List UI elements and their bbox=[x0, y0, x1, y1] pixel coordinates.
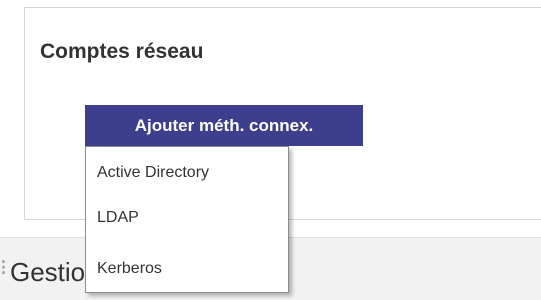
dropdown-item-ldap[interactable]: LDAP bbox=[97, 208, 139, 228]
panel-title: Comptes réseau bbox=[40, 40, 204, 63]
add-connection-method-button[interactable]: Ajouter méth. connex. bbox=[85, 105, 363, 146]
page: Comptes réseau ⁝ Gestionnaire de compte … bbox=[0, 0, 541, 300]
section-bullet-icon: ⁝ bbox=[0, 248, 6, 288]
connection-method-dropdown: Active Directory LDAP Kerberos bbox=[85, 146, 289, 293]
dropdown-item-active-directory[interactable]: Active Directory bbox=[97, 163, 209, 183]
dropdown-item-kerberos[interactable]: Kerberos bbox=[97, 259, 162, 279]
